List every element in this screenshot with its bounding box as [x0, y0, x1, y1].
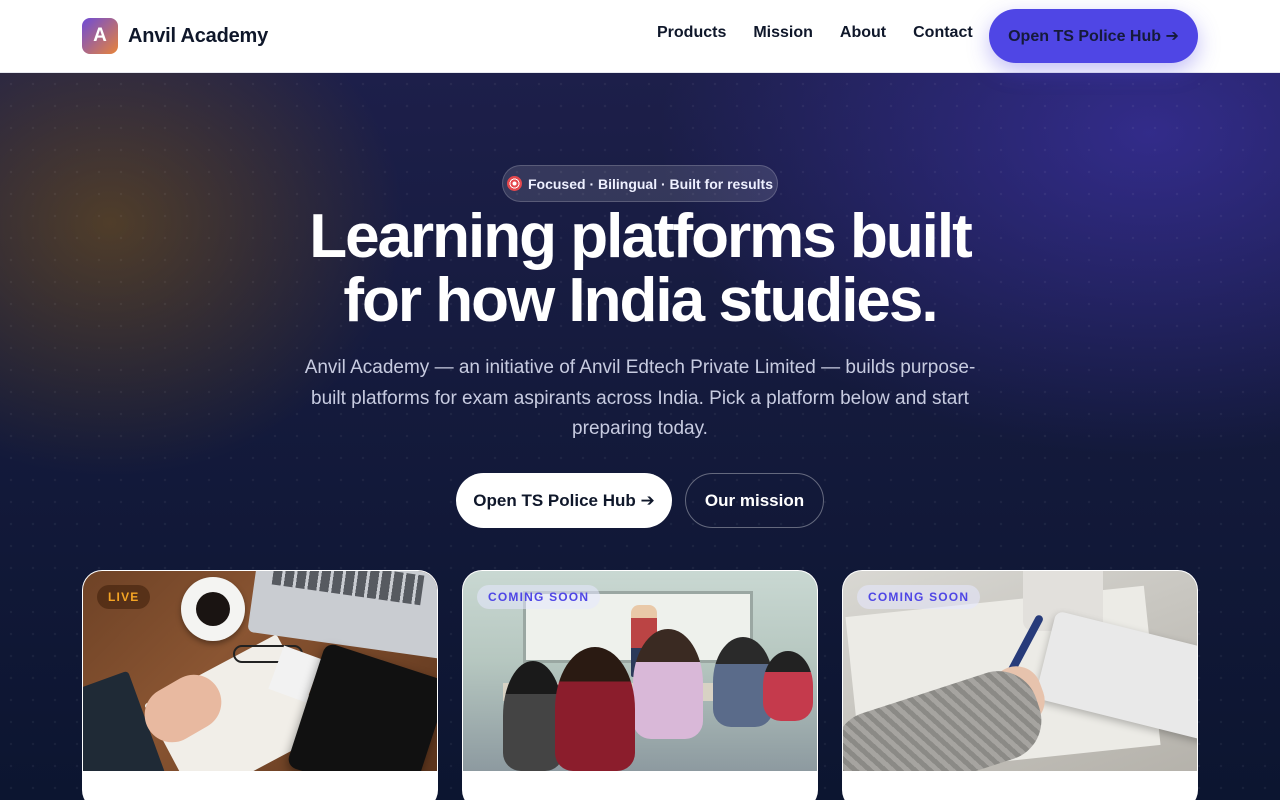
card-body	[843, 771, 1197, 800]
product-card-2[interactable]: COMING SOON	[462, 570, 818, 800]
nav-open-ts-police-hub-button[interactable]: Open TS Police Hub ➔	[989, 9, 1198, 63]
hero-open-ts-police-hub-button[interactable]: Open TS Police Hub ➔	[456, 473, 672, 528]
nav-link-contact[interactable]: Contact	[913, 24, 973, 42]
product-card-3[interactable]: COMING SOON	[842, 570, 1198, 800]
tagline-pill: Focused · Bilingual · Built for results	[502, 165, 778, 202]
hero-title-line-2: for how India studies.	[343, 266, 938, 335]
top-navigation: A Anvil Academy Products Mission About C…	[0, 0, 1280, 73]
target-icon	[506, 176, 522, 191]
coming-soon-badge: COMING SOON	[477, 585, 601, 609]
hero-subtitle: Anvil Academy — an initiative of Anvil E…	[304, 357, 976, 439]
hero-our-mission-button[interactable]: Our mission	[685, 473, 824, 528]
nav-link-products[interactable]: Products	[657, 24, 726, 42]
nav-link-about[interactable]: About	[840, 24, 886, 42]
tagline-text: Focused · Bilingual · Built for results	[527, 175, 773, 192]
card-body	[83, 771, 437, 800]
product-card-1[interactable]: LIVE	[82, 570, 438, 800]
brand-logo-link[interactable]: A Anvil Academy	[82, 18, 268, 54]
hero-title: Learning platforms built for how India s…	[240, 205, 1040, 333]
brand-name: Anvil Academy	[128, 24, 269, 47]
coming-soon-badge: COMING SOON	[857, 585, 981, 609]
nav-link-mission[interactable]: Mission	[753, 24, 813, 42]
card-body	[463, 771, 817, 800]
hero-section: Focused · Bilingual · Built for results …	[0, 73, 1280, 800]
live-badge: LIVE	[97, 585, 151, 609]
nav-links: Products Mission About Contact	[657, 24, 973, 42]
hero-title-line-1: Learning platforms built	[309, 202, 973, 271]
brand-logo-icon: A	[82, 18, 118, 54]
